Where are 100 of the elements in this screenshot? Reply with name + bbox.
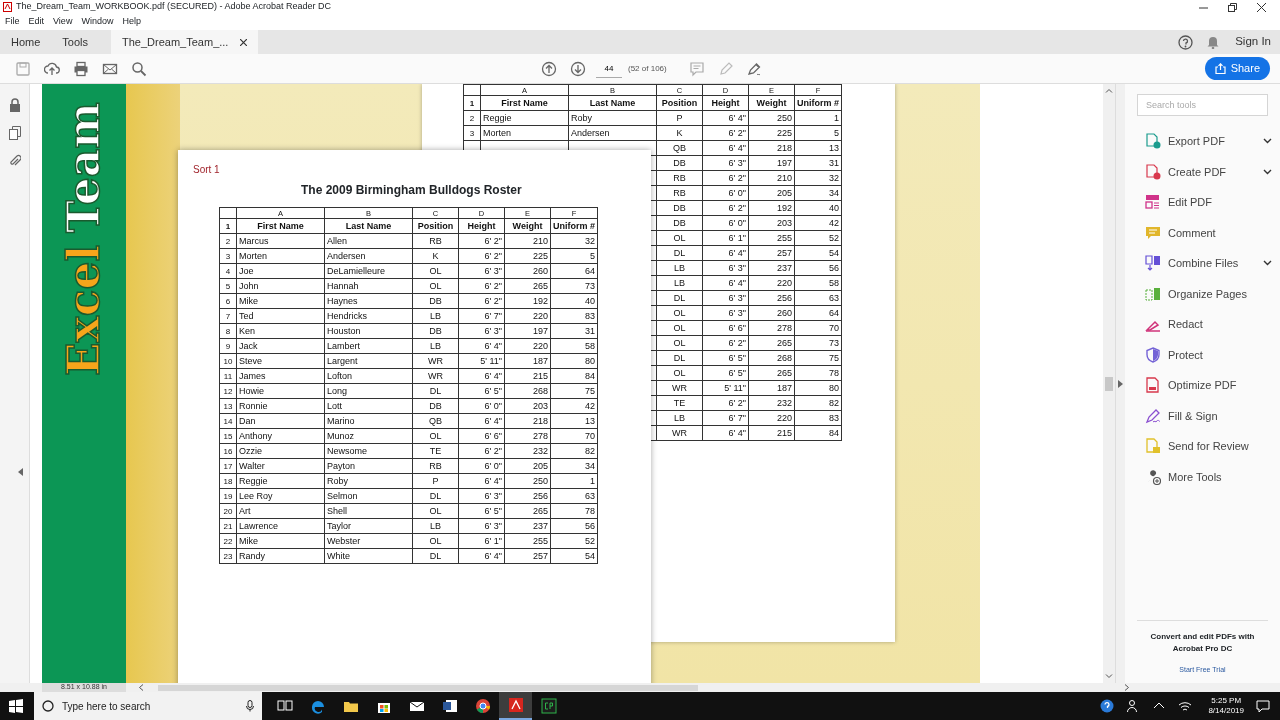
- chevron-icon[interactable]: [1263, 138, 1272, 145]
- tool-item[interactable]: Fill & Sign: [1137, 400, 1272, 431]
- search-field[interactable]: Type here to search: [62, 698, 222, 714]
- tool-item[interactable]: More Tools: [1137, 461, 1272, 492]
- table-cell: 56: [794, 260, 842, 276]
- tool-item[interactable]: Combine Files: [1137, 248, 1272, 279]
- help-icon[interactable]: [1178, 34, 1194, 50]
- table-cell: Taylor: [324, 518, 413, 534]
- search-field[interactable]: Search tools: [1137, 94, 1268, 116]
- scrollbar-thumb[interactable]: [1105, 376, 1113, 391]
- document-add-icon: [1145, 163, 1161, 180]
- table-cell: 6' 5": [458, 383, 505, 399]
- table-cell: Hendricks: [324, 308, 413, 324]
- table-cell: 255: [504, 533, 551, 549]
- table-cell: Mike: [236, 293, 325, 309]
- table-cell: 31: [794, 155, 842, 171]
- tool-item[interactable]: Organize Pages: [1137, 278, 1272, 309]
- table-cell: OL: [412, 278, 459, 294]
- table-cell: OL: [656, 335, 703, 351]
- tool-item[interactable]: Redact: [1137, 309, 1272, 340]
- scroll-right-icon[interactable]: [1124, 684, 1130, 691]
- table-cell: 6' 5": [702, 350, 749, 366]
- row-number: 17: [219, 458, 237, 474]
- table-cell: 6' 3": [458, 263, 505, 279]
- tool-item[interactable]: Protect: [1137, 339, 1272, 370]
- help-icon[interactable]: [1100, 699, 1115, 713]
- row-number: 18: [219, 473, 237, 489]
- table-cell: Roby: [568, 110, 657, 126]
- tab[interactable]: Home: [0, 30, 52, 54]
- table-cell: DB: [412, 398, 459, 414]
- tool-item[interactable]: Send for Review: [1137, 431, 1272, 462]
- pdf-icon[interactable]: [499, 692, 532, 720]
- windows-icon[interactable]: [9, 699, 23, 713]
- table-cell: 6' 4": [458, 473, 505, 489]
- sign-in-link[interactable]: Sign In: [1235, 33, 1271, 51]
- menu-item[interactable]: View: [53, 15, 73, 29]
- table-cell: 1: [550, 473, 598, 489]
- table-cell: DB: [656, 215, 703, 231]
- table-cell: LB: [656, 275, 703, 291]
- row-number: 2: [219, 233, 237, 249]
- menu-item[interactable]: File: [5, 15, 20, 29]
- table-cell: Shell: [324, 503, 413, 519]
- menu-item[interactable]: Edit: [28, 15, 45, 29]
- table-cell: 42: [550, 398, 598, 414]
- restore-icon[interactable]: [1228, 2, 1237, 12]
- table-cell: K: [656, 125, 703, 141]
- close-icon[interactable]: [240, 38, 248, 46]
- share-button[interactable]: Share: [1204, 57, 1270, 80]
- table-cell: Ozzie: [236, 443, 325, 459]
- table-cell: 63: [550, 488, 598, 504]
- table-cell: 197: [504, 323, 551, 339]
- scrollbar-thumb[interactable]: [158, 684, 698, 691]
- tool-item[interactable]: Comment: [1137, 217, 1272, 248]
- table-cell: 6' 6": [458, 428, 505, 444]
- lock-icon[interactable]: [8, 98, 21, 112]
- menu-item[interactable]: Help: [122, 15, 141, 29]
- table-cell: 265: [748, 335, 795, 351]
- row-number: 7: [219, 308, 237, 324]
- paperclip-icon[interactable]: [8, 154, 21, 168]
- table-cell: White: [324, 548, 413, 564]
- table-cell: Morten: [236, 248, 325, 264]
- table-cell: 268: [748, 350, 795, 366]
- row-number: 16: [219, 443, 237, 459]
- tool-item[interactable]: Edit PDF: [1137, 187, 1272, 218]
- table-cell: WR: [656, 425, 703, 441]
- notification-icon[interactable]: [1256, 699, 1270, 713]
- search-box[interactable]: Type here to search: [34, 692, 262, 720]
- table-cell: Jack: [236, 338, 325, 354]
- tool-item[interactable]: Optimize PDF: [1137, 370, 1272, 401]
- table-cell: Webster: [324, 533, 413, 549]
- tab[interactable]: The_Dream_Team_...: [111, 30, 259, 54]
- table-cell: 6' 0": [702, 185, 749, 201]
- table-cell: 268: [504, 383, 551, 399]
- pages-icon[interactable]: [8, 126, 21, 140]
- table-cell: Munoz: [324, 428, 413, 444]
- table-cell: 6' 2": [702, 170, 749, 186]
- table-cell: 6' 2": [458, 233, 505, 249]
- scroll-left-icon[interactable]: [138, 684, 144, 691]
- network-icon[interactable]: [1178, 699, 1193, 713]
- clock-date[interactable]: 8/14/2019: [1208, 706, 1244, 716]
- table-cell: 257: [748, 245, 795, 261]
- clock-time[interactable]: 5:25 PM: [1208, 696, 1244, 706]
- tab[interactable]: Tools: [51, 30, 100, 54]
- table-cell: 78: [550, 503, 598, 519]
- tool-item[interactable]: Export PDF: [1137, 126, 1272, 157]
- chevron-icon[interactable]: [1263, 260, 1272, 267]
- row-number: 22: [219, 533, 237, 549]
- expand-arrow-icon[interactable]: [1118, 379, 1123, 388]
- tool-item[interactable]: Create PDF: [1137, 156, 1272, 187]
- microphone-icon[interactable]: [246, 700, 254, 712]
- menu-item[interactable]: Window: [81, 15, 114, 29]
- close-icon[interactable]: [1257, 2, 1266, 12]
- table-cell: 197: [748, 155, 795, 171]
- page-field[interactable]: 44: [596, 59, 622, 78]
- chevron-icon[interactable]: [1263, 168, 1272, 175]
- collapse-arrow-icon[interactable]: [18, 468, 23, 476]
- bell-icon[interactable]: [1207, 35, 1220, 49]
- table-cell: RB: [412, 458, 459, 474]
- table-cell: 80: [794, 380, 842, 396]
- table-cell: 220: [504, 338, 551, 354]
